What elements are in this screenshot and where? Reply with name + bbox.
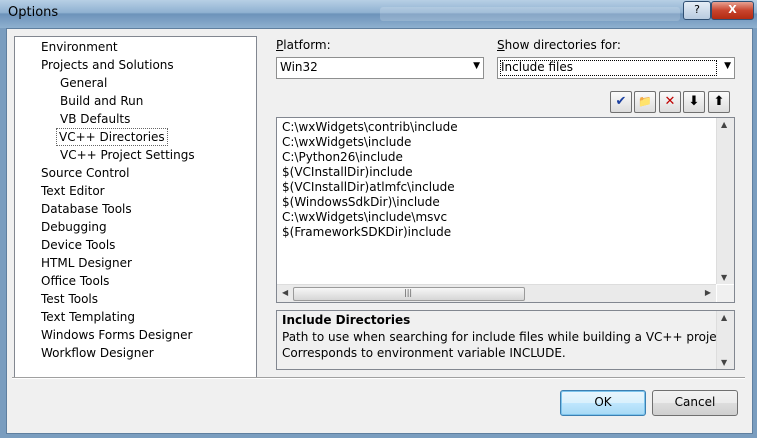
move-down-button[interactable]: ⬇ bbox=[683, 91, 705, 113]
tree-item-general[interactable]: General bbox=[58, 75, 109, 91]
list-item[interactable]: $(VCInstallDir)atlmfc\include bbox=[282, 180, 455, 195]
show-directories-label: Show directories for: bbox=[497, 38, 621, 52]
list-vertical-scrollbar[interactable]: ▲ ▼ bbox=[716, 118, 734, 284]
delete-button[interactable]: ✕ bbox=[659, 91, 681, 113]
scroll-left-icon[interactable]: ◀ bbox=[282, 288, 288, 297]
tree-item-office-tools[interactable]: Office Tools bbox=[39, 273, 111, 289]
new-folder-button[interactable]: 📁 bbox=[634, 91, 656, 113]
arrow-up-icon: ⬆ bbox=[713, 94, 725, 109]
scroll-up-icon[interactable]: ▲ bbox=[721, 120, 727, 129]
tree-item-database-tools[interactable]: Database Tools bbox=[39, 201, 134, 217]
background-window-ghost bbox=[380, 7, 680, 21]
horizontal-scroll-thumb[interactable]: ||| bbox=[293, 287, 525, 301]
description-text-line1: Path to use when searching for include f… bbox=[282, 330, 732, 344]
platform-value: Win32 bbox=[280, 60, 318, 74]
options-window: Options ? X Environment Projects and Sol… bbox=[0, 0, 757, 438]
tree-item-text-editor[interactable]: Text Editor bbox=[39, 183, 107, 199]
move-up-button[interactable]: ⬆ bbox=[708, 91, 730, 113]
tree-item-html-designer[interactable]: HTML Designer bbox=[39, 255, 134, 271]
list-item[interactable]: C:\wxWidgets\include\msvc bbox=[282, 210, 447, 225]
title-bar[interactable]: Options ? X bbox=[0, 0, 757, 28]
tree-item-build-and-run[interactable]: Build and Run bbox=[58, 93, 145, 109]
help-button[interactable]: ? bbox=[683, 1, 711, 20]
tree-item-projects-and-solutions[interactable]: Projects and Solutions bbox=[39, 57, 176, 73]
tree-item-device-tools[interactable]: Device Tools bbox=[39, 237, 117, 253]
cancel-button[interactable]: Cancel bbox=[652, 390, 738, 416]
show-directories-dropdown[interactable]: Include files ▼ bbox=[497, 57, 735, 79]
tree-item-vb-defaults[interactable]: VB Defaults bbox=[58, 111, 132, 127]
tree-item-debugging[interactable]: Debugging bbox=[39, 219, 109, 235]
arrow-down-icon: ⬇ bbox=[688, 94, 700, 109]
scroll-up-icon[interactable]: ▲ bbox=[721, 313, 727, 322]
tree-item-windows-forms-designer[interactable]: Windows Forms Designer bbox=[39, 327, 194, 343]
new-line-button[interactable]: ✔ bbox=[610, 91, 632, 113]
delete-icon: ✕ bbox=[664, 94, 676, 109]
list-horizontal-scrollbar[interactable]: ◀ ||| ▶ bbox=[277, 284, 716, 302]
description-text-line2: Corresponds to environment variable INCL… bbox=[282, 346, 566, 360]
ok-button[interactable]: OK bbox=[560, 390, 646, 416]
tree-item-environment[interactable]: Environment bbox=[39, 39, 120, 55]
scroll-down-icon[interactable]: ▼ bbox=[721, 358, 727, 367]
list-item[interactable]: C:\wxWidgets\include bbox=[282, 135, 411, 150]
tree-item-source-control[interactable]: Source Control bbox=[39, 165, 131, 181]
tree-item-vc-directories[interactable]: VC++ Directories bbox=[56, 128, 168, 146]
description-title: Include Directories bbox=[282, 313, 411, 327]
tree-item-vc-project-settings[interactable]: VC++ Project Settings bbox=[58, 147, 197, 163]
checkmark-icon: ✔ bbox=[615, 94, 627, 109]
tree-item-test-tools[interactable]: Test Tools bbox=[39, 291, 100, 307]
list-item[interactable]: $(FrameworkSDKDir)include bbox=[282, 225, 451, 240]
platform-label: Platform: bbox=[276, 38, 331, 52]
platform-dropdown[interactable]: Win32 ▼ bbox=[276, 57, 484, 79]
close-button[interactable]: X bbox=[711, 1, 754, 20]
description-panel: Include Directories Path to use when sea… bbox=[276, 310, 735, 370]
list-item[interactable]: $(WindowsSdkDir)\include bbox=[282, 195, 440, 210]
list-item[interactable]: $(VCInstallDir)include bbox=[282, 165, 413, 180]
chevron-down-icon: ▼ bbox=[724, 61, 731, 71]
window-title: Options bbox=[8, 5, 59, 20]
folder-icon: 📁 bbox=[638, 95, 652, 108]
separator bbox=[12, 377, 745, 379]
scroll-down-icon[interactable]: ▼ bbox=[721, 273, 727, 282]
grip-icon: ||| bbox=[404, 288, 413, 297]
chevron-down-icon: ▼ bbox=[473, 61, 480, 71]
tree-item-text-templating[interactable]: Text Templating bbox=[39, 309, 137, 325]
show-directories-value: Include files bbox=[501, 60, 574, 74]
directories-list[interactable]: C:\wxWidgets\contrib\include C:\wxWidget… bbox=[276, 117, 735, 303]
scroll-right-icon[interactable]: ▶ bbox=[705, 288, 711, 297]
list-item[interactable]: C:\wxWidgets\contrib\include bbox=[282, 120, 458, 135]
description-scrollbar[interactable]: ▲ ▼ bbox=[716, 311, 734, 369]
list-item[interactable]: C:\Python26\include bbox=[282, 150, 403, 165]
options-tree[interactable]: Environment Projects and Solutions Gener… bbox=[14, 36, 257, 378]
tree-item-workflow-designer[interactable]: Workflow Designer bbox=[39, 345, 156, 361]
